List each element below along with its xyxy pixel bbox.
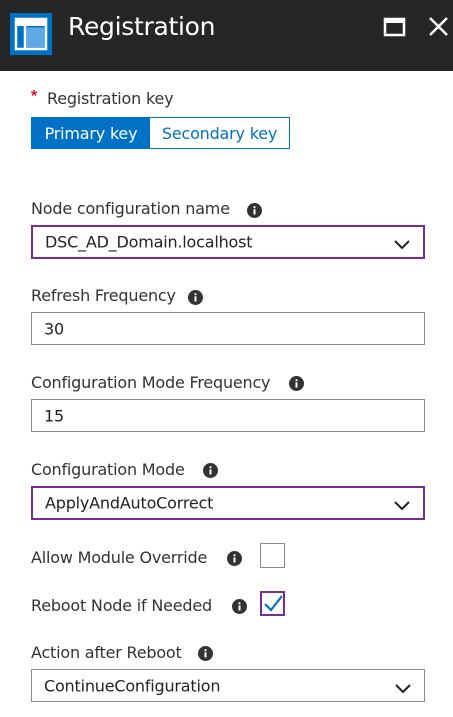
node-configuration-select[interactable]: DSC_AD_Domain.localhost [31,225,425,259]
refresh-frequency-label: Refresh Frequency [31,286,176,305]
blade-layout-icon [10,13,52,55]
chevron-down-icon [395,681,411,693]
info-icon[interactable] [232,599,247,614]
info-icon[interactable] [289,376,304,391]
reboot-node-label: Reboot Node if Needed [31,596,212,615]
info-icon[interactable] [247,203,262,218]
configuration-mode-label: Configuration Mode [31,460,185,479]
allow-module-override-checkbox[interactable] [260,543,285,568]
configuration-mode-frequency-input[interactable]: 15 [31,399,425,432]
registration-key-toggle: Primary key Secondary key [31,117,290,149]
chevron-down-icon [394,237,410,250]
configuration-mode-select[interactable]: ApplyAndAutoCorrect [31,486,425,520]
refresh-frequency-input[interactable]: 30 [31,312,425,345]
info-icon[interactable] [188,290,203,305]
action-after-reboot-select[interactable]: ContinueConfiguration [31,669,425,702]
allow-module-override-label: Allow Module Override [31,548,208,567]
configuration-mode-frequency-value: 15 [44,406,64,425]
blade-header: Registration [0,0,453,71]
info-icon[interactable] [198,646,213,661]
action-after-reboot-label: Action after Reboot [31,643,182,662]
registration-key-label: Registration key [47,89,174,108]
configuration-mode-value: ApplyAndAutoCorrect [45,493,214,513]
info-icon[interactable] [227,551,242,566]
action-after-reboot-value: ContinueConfiguration [44,676,221,695]
node-configuration-label: Node configuration name [31,199,230,218]
primary-key-option[interactable]: Primary key [32,118,150,148]
chevron-down-icon [394,498,410,511]
info-icon[interactable] [203,463,218,478]
maximize-icon[interactable] [381,14,411,40]
checkmark-icon [264,595,283,612]
refresh-frequency-value: 30 [44,319,64,338]
close-icon[interactable] [425,14,453,40]
node-configuration-value: DSC_AD_Domain.localhost [45,232,253,252]
secondary-key-option[interactable]: Secondary key [150,118,289,148]
required-marker: * [31,88,38,105]
reboot-node-checkbox[interactable] [260,591,285,616]
configuration-mode-frequency-label: Configuration Mode Frequency [31,373,271,392]
page-title: Registration [68,12,216,41]
